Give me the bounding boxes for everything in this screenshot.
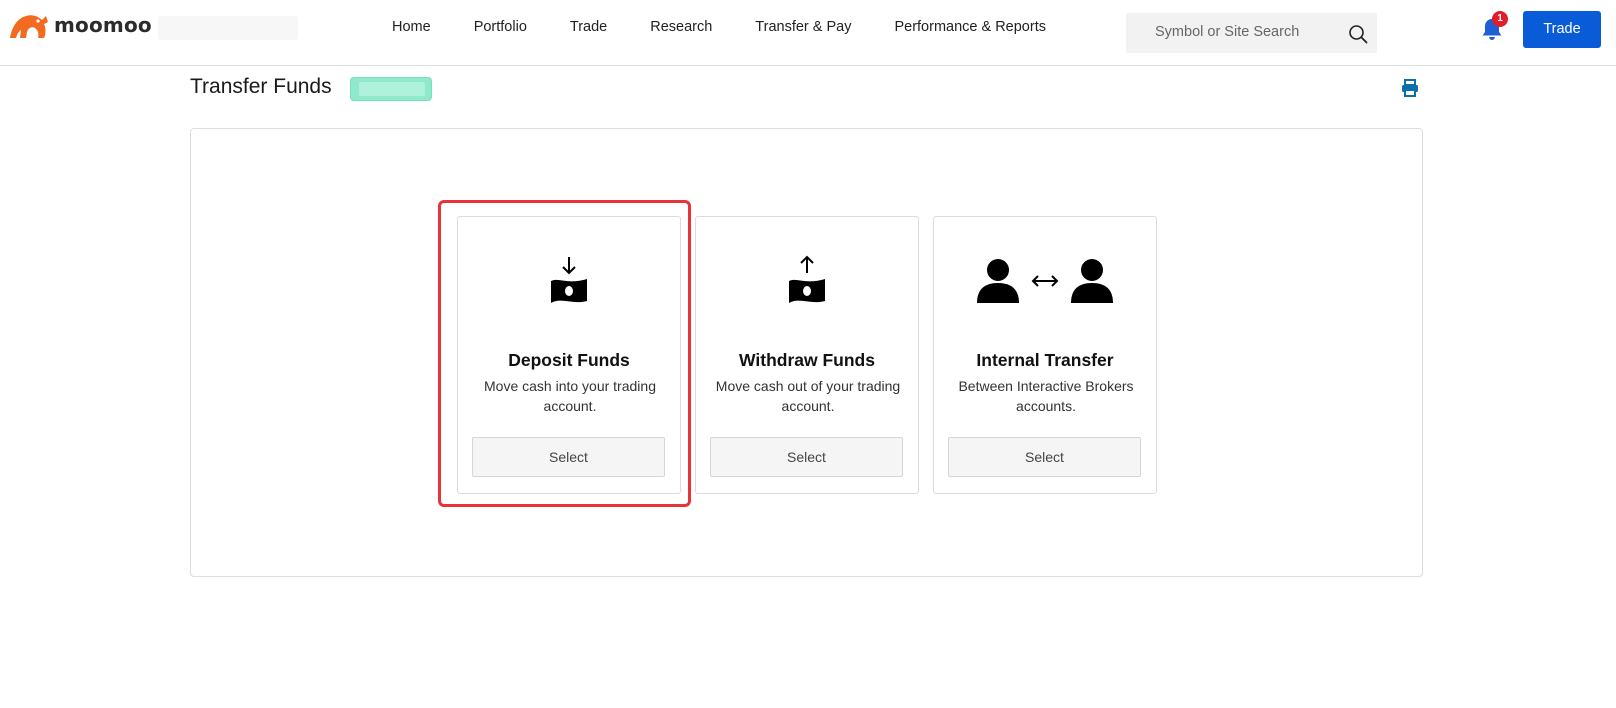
main-nav: Home Portfolio Trade Research Transfer &… bbox=[392, 19, 1089, 35]
nav-item-transfer-pay[interactable]: Transfer & Pay bbox=[755, 19, 851, 35]
deposit-cash-icon bbox=[551, 257, 587, 303]
nav-item-trade[interactable]: Trade bbox=[570, 19, 607, 35]
deposit-funds-description: Move cash into your trading account. bbox=[484, 378, 656, 414]
withdraw-select-button[interactable]: Select bbox=[710, 437, 903, 477]
internal-transfer-select-button[interactable]: Select bbox=[948, 437, 1141, 477]
nav-item-home[interactable]: Home bbox=[392, 19, 431, 35]
trade-button[interactable]: Trade bbox=[1523, 11, 1601, 48]
top-navigation-bar: moomoo Home Portfolio Trade Research Tra… bbox=[0, 0, 1616, 66]
deposit-funds-card[interactable]: Deposit Funds Move cash into your tradin… bbox=[457, 216, 681, 494]
moomoo-logo-icon bbox=[10, 15, 48, 39]
nav-item-research[interactable]: Research bbox=[650, 19, 712, 35]
search-input[interactable] bbox=[1155, 24, 1345, 40]
internal-transfer-description: Between Interactive Brokers accounts. bbox=[958, 378, 1134, 414]
notification-count-badge: 1 bbox=[1492, 11, 1508, 27]
account-label-redacted bbox=[158, 16, 298, 40]
print-icon[interactable] bbox=[1400, 78, 1420, 98]
nav-item-portfolio[interactable]: Portfolio bbox=[474, 19, 527, 35]
search-icon[interactable] bbox=[1348, 24, 1368, 44]
account-tag-redacted bbox=[350, 77, 432, 101]
withdraw-funds-card[interactable]: Withdraw Funds Move cash out of your tra… bbox=[695, 216, 919, 494]
deposit-select-button[interactable]: Select bbox=[472, 437, 665, 477]
internal-transfer-title: Internal Transfer bbox=[976, 350, 1114, 370]
withdraw-cash-icon bbox=[789, 255, 825, 303]
deposit-funds-title: Deposit Funds bbox=[508, 350, 630, 370]
nav-item-performance-reports[interactable]: Performance & Reports bbox=[894, 19, 1046, 35]
site-search bbox=[1126, 13, 1377, 53]
logo-text: moomoo bbox=[54, 13, 152, 37]
moomoo-logo[interactable]: moomoo bbox=[8, 10, 152, 40]
withdraw-funds-description: Move cash out of your trading account. bbox=[715, 378, 901, 414]
internal-transfer-icon bbox=[977, 259, 1113, 303]
withdraw-funds-title: Withdraw Funds bbox=[739, 350, 875, 370]
account-tag-inner bbox=[359, 82, 425, 96]
page-title: Transfer Funds bbox=[190, 75, 332, 98]
internal-transfer-card[interactable]: Internal Transfer Between Interactive Br… bbox=[933, 216, 1157, 494]
